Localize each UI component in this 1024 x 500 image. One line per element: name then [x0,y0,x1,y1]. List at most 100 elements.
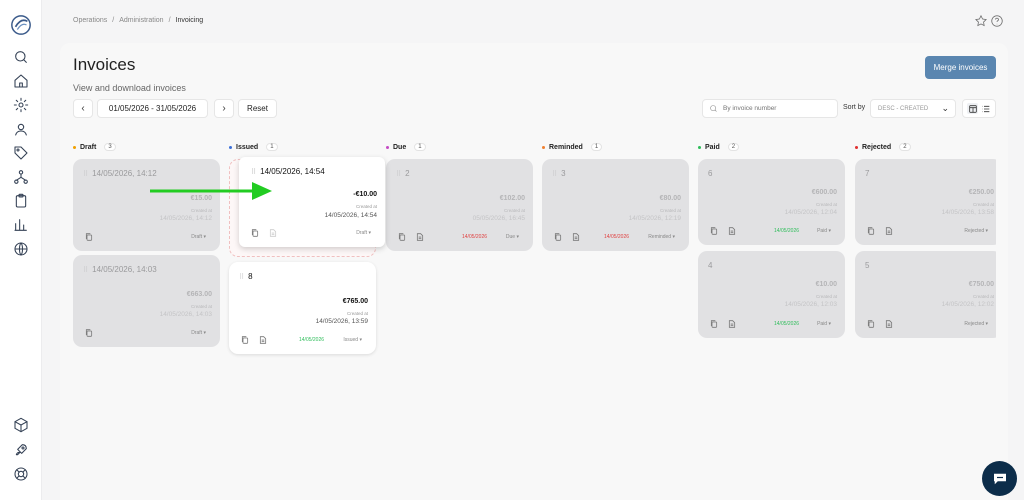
gear-icon[interactable] [12,96,30,114]
drag-handle-icon[interactable]: ⠿ [83,170,88,178]
copy-icon[interactable] [867,320,875,328]
copy-icon[interactable] [867,227,875,235]
invoice-amount: €663.00 [186,291,212,298]
status-dot [73,145,76,149]
drag-handle-icon[interactable]: ⠿ [83,266,88,274]
invoice-amount: €10.00 [815,281,837,288]
status-label: Issued [343,337,359,343]
merge-invoices-button[interactable]: Merge invoices [925,56,996,79]
breadcrumb: Operations / Administration / Invoicing [73,17,203,24]
invoice-card[interactable]: ⠿ 2 €102.00 Created at 05/05/2026, 16:45 … [386,159,533,251]
copy-icon[interactable] [398,233,406,241]
status-dropdown[interactable]: Draft ▾ [191,330,206,336]
due-date: 14/05/2026 [604,234,630,240]
invoice-card[interactable]: ⠿ 3 €80.00 Created at 14/05/2026, 12:19 1… [542,159,689,251]
invoice-card[interactable]: 7 €250.00 Created at 14/05/2026, 13:58 R… [855,159,1002,245]
list-view-icon[interactable] [980,103,991,114]
search-icon[interactable] [12,48,30,66]
copy-icon[interactable] [85,233,93,241]
created-label: Created at [659,208,681,213]
breadcrumb-separator: / [112,17,115,24]
status-dropdown[interactable]: Due ▾ [506,234,519,240]
sort-select[interactable]: DESC - CREATED ⌄ [870,99,956,118]
invoice-card[interactable]: ⠿ 8 €765.00 Created at 14/05/2026, 13:59 … [229,262,376,354]
bar-chart-icon[interactable] [12,216,30,234]
prev-period-button[interactable]: ‹ [73,99,93,118]
drag-handle-icon[interactable]: ⠿ [239,273,244,281]
column-count: 2 [727,143,740,151]
created-date: 14/05/2026, 14:54 [324,212,377,219]
dragged-invoice-card[interactable]: ⠿ 14/05/2026, 14:54 -€10.00 Created at 14… [239,157,385,247]
chat-support-button[interactable] [982,461,1017,496]
breadcrumb-operations[interactable]: Operations [73,17,107,24]
rocket-icon[interactable] [12,441,30,459]
invoice-card[interactable]: 5 €750.00 Created at 14/05/2026, 12:02 R… [855,251,1002,338]
date-range-picker[interactable]: 01/05/2026 - 31/05/2026 [97,99,208,118]
breadcrumb-administration[interactable]: Administration [119,17,163,24]
status-dropdown[interactable]: Reminded ▾ [648,234,675,240]
copy-icon[interactable] [241,336,249,344]
drag-handle-icon[interactable]: ⠿ [552,170,557,178]
breadcrumb-separator: / [168,17,171,24]
invoice-amount: €80.00 [659,195,681,202]
support-icon[interactable] [12,465,30,483]
due-date: 14/05/2026 [774,228,800,234]
page-subtitle: View and download invoices [73,83,186,93]
box-icon[interactable] [12,416,30,434]
document-icon[interactable] [259,336,267,344]
drag-handle-icon[interactable]: ⠿ [251,168,256,176]
status-dropdown[interactable]: Rejected ▾ [964,321,988,327]
drag-handle-icon[interactable]: ⠿ [396,170,401,178]
copy-icon[interactable] [710,320,718,328]
copy-icon[interactable] [85,329,93,337]
board-view-icon[interactable] [967,103,978,114]
network-icon[interactable] [12,168,30,186]
status-dropdown[interactable]: Paid ▾ [817,321,831,327]
copy-icon[interactable] [710,227,718,235]
created-label: Created at [503,208,525,213]
status-dropdown[interactable]: Paid ▾ [817,228,831,234]
created-label: Created at [190,208,212,213]
app-logo[interactable] [10,14,32,36]
tag-icon[interactable] [12,144,30,162]
next-period-button[interactable]: › [214,99,234,118]
document-icon[interactable] [885,320,893,328]
document-icon[interactable] [728,227,736,235]
column-header-reminded: Reminded 1 [542,143,603,151]
user-icon[interactable] [12,120,30,138]
star-icon[interactable] [974,14,988,28]
created-date: 14/05/2026, 12:19 [628,215,681,222]
reset-button[interactable]: Reset [238,99,277,118]
status-dropdown[interactable]: Draft ▾ [191,234,206,240]
help-icon[interactable] [990,14,1004,28]
invoice-amount: €250.00 [968,189,994,196]
clipboard-icon[interactable] [12,192,30,210]
invoice-card[interactable]: ⠿ 14/05/2026, 14:03 €663.00 Created at 14… [73,255,220,347]
invoice-amount: €750.00 [968,281,994,288]
invoice-number: 8 [248,272,253,281]
created-date: 14/05/2026, 13:59 [315,318,368,325]
globe-icon[interactable] [12,240,30,258]
column-title: Reminded [549,143,583,151]
copy-icon[interactable] [554,233,562,241]
invoice-card[interactable]: 4 €10.00 Created at 14/05/2026, 12:03 14… [698,251,845,338]
document-icon[interactable] [416,233,424,241]
document-icon[interactable] [269,229,277,237]
search-box[interactable] [702,99,838,118]
document-icon[interactable] [885,227,893,235]
search-input[interactable] [723,105,833,112]
document-icon[interactable] [728,320,736,328]
copy-icon[interactable] [251,229,259,237]
invoice-card[interactable]: ⠿ 14/05/2026, 14:12 €15.00 Created at 14/… [73,159,220,251]
invoice-number: 6 [708,169,713,178]
status-dropdown[interactable]: Issued ▾ [343,337,362,343]
chevron-down-icon: ⌄ [941,103,949,113]
invoice-card[interactable]: 6 €600.00 Created at 14/05/2026, 12:04 1… [698,159,845,245]
column-count: 1 [414,143,426,151]
status-dropdown[interactable]: Rejected ▾ [964,228,988,234]
status-dropdown[interactable]: Draft ▾ [356,230,371,236]
home-icon[interactable] [12,72,30,90]
document-icon[interactable] [572,233,580,241]
status-label: Due [505,234,516,240]
status-dot [698,145,701,149]
